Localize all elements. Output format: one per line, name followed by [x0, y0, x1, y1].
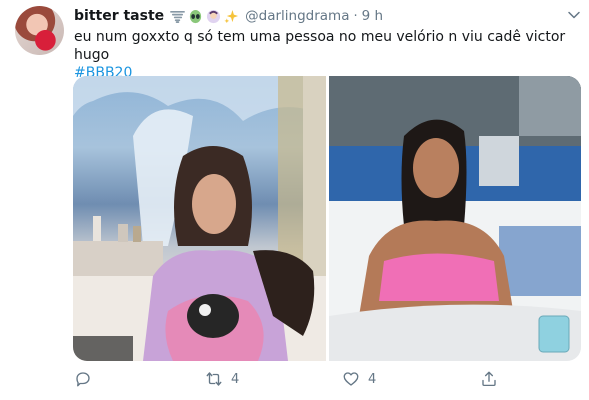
tweet-actions: 4 4	[74, 370, 579, 394]
retweet-button[interactable]: 4	[205, 370, 239, 388]
reply-button[interactable]	[74, 370, 100, 388]
share-button[interactable]	[480, 370, 506, 388]
tweet-header: bitter taste @darlingdrama · 9 h	[74, 6, 383, 26]
photo-woman-holding-doll[interactable]	[73, 76, 326, 361]
media-grid	[73, 76, 581, 361]
tornado-emoji	[170, 10, 186, 23]
chevron-down-icon[interactable]	[567, 8, 581, 22]
avatar[interactable]	[15, 6, 64, 55]
sparkles-emoji	[224, 9, 239, 23]
photo-left-art	[73, 76, 326, 361]
woman-emoji	[207, 9, 221, 23]
photo-woman-pink-top[interactable]	[329, 76, 581, 361]
heart-icon	[343, 372, 359, 386]
separator: ·	[353, 8, 358, 24]
reply-icon	[76, 372, 90, 387]
retweet-icon	[206, 372, 222, 386]
name-emojis	[170, 9, 239, 24]
user-handle[interactable]: @darlingdrama	[245, 8, 349, 24]
tweet-text: eu num goxxto q só tem uma pessoa no meu…	[74, 28, 579, 82]
photo-right-art	[329, 76, 581, 361]
display-name[interactable]: bitter taste	[74, 8, 164, 24]
like-button[interactable]: 4	[342, 370, 376, 388]
tweet[interactable]: bitter taste @darlingdrama · 9 h eu num …	[0, 0, 589, 400]
tweet-body: eu num goxxto q só tem uma pessoa no meu…	[74, 29, 566, 63]
share-icon	[482, 371, 496, 387]
like-count: 4	[368, 371, 377, 387]
timestamp[interactable]: 9 h	[362, 8, 383, 24]
alien-emoji	[190, 9, 202, 23]
retweet-count: 4	[231, 371, 240, 387]
